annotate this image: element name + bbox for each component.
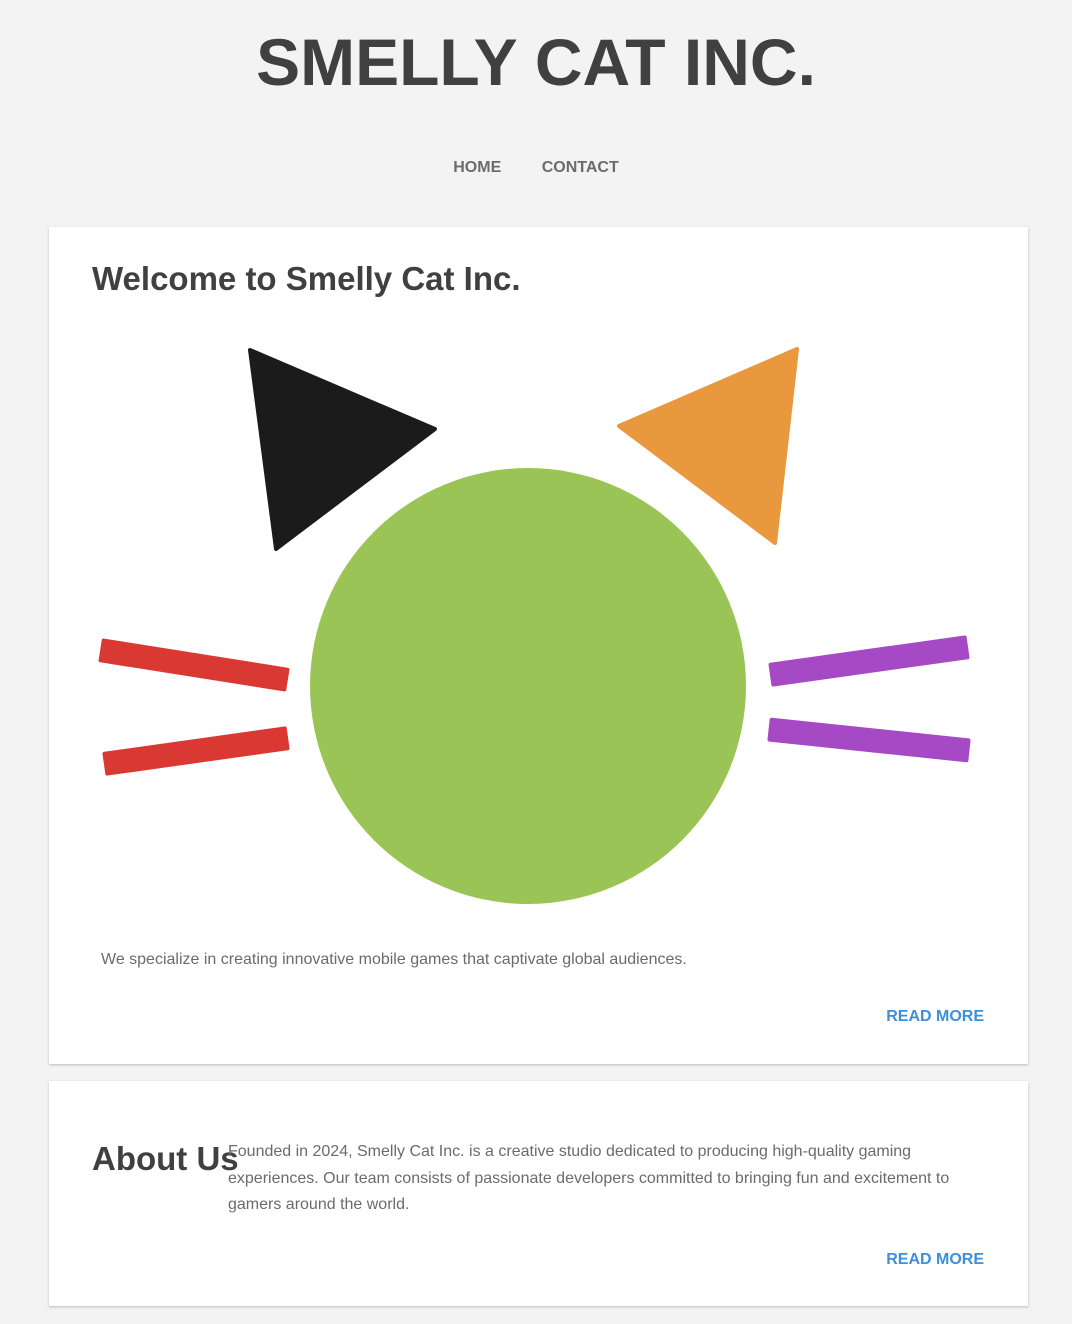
main-nav: HOME CONTACT xyxy=(0,158,1072,178)
cat-left-whisker-bottom xyxy=(102,726,290,776)
welcome-read-more-link[interactable]: READ MORE xyxy=(886,1007,984,1027)
site-title: SMELLY CAT INC. xyxy=(256,25,816,99)
cat-logo-image xyxy=(98,347,971,904)
cat-right-whisker-bottom xyxy=(767,717,971,763)
welcome-card: Welcome to Smelly Cat Inc. We specialize… xyxy=(49,227,1028,1064)
cat-face xyxy=(310,468,746,904)
about-read-more-link[interactable]: READ MORE xyxy=(886,1250,984,1270)
cat-right-whisker-top xyxy=(768,635,970,687)
cat-left-whisker-top xyxy=(98,638,290,692)
about-description: Founded in 2024, Smelly Cat Inc. is a cr… xyxy=(228,1143,950,1213)
about-card: About Us Founded in 2024, Smelly Cat Inc… xyxy=(49,1081,1028,1306)
nav-item-contact[interactable]: CONTACT xyxy=(542,159,619,176)
nav-item-home[interactable]: HOME xyxy=(453,159,501,176)
welcome-description: We specialize in creating innovative mob… xyxy=(101,951,687,968)
about-title: About Us xyxy=(92,1140,239,1177)
